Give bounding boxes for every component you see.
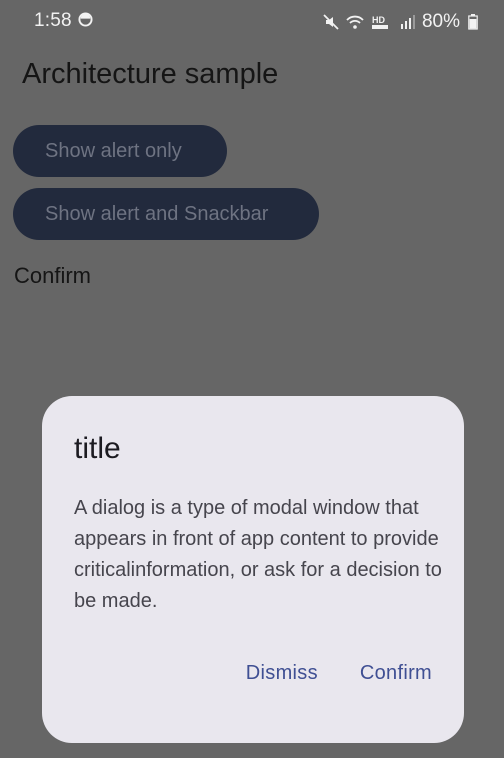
face-icon [78,12,93,27]
confirm-button[interactable]: Confirm [360,662,432,685]
mute-icon [323,14,339,30]
page-title: Architecture sample [22,58,279,90]
dialog-title: title [74,432,121,465]
wifi-icon [346,15,364,29]
status-bar: 1:58 HD 80% [0,0,504,44]
show-alert-and-snackbar-button[interactable]: Show alert and Snackbar [13,188,319,240]
status-time: 1:58 [34,10,72,31]
battery-percent: 80% [421,11,460,32]
dialog-body: A dialog is a type of modal window that … [74,497,442,612]
result-text: Confirm [14,263,92,288]
show-alert-only-button[interactable]: Show alert only [13,125,227,177]
signal-icon [400,15,415,29]
svg-text:HD: HD [372,15,385,25]
status-icons: HD 80% [322,11,478,33]
alert-dialog: title A dialog is a type of modal window… [42,396,464,743]
hd-voice-icon: HD [371,15,388,29]
battery-icon [468,14,478,30]
dialog-actions: Dismiss Confirm [246,662,432,685]
dismiss-button[interactable]: Dismiss [246,662,318,685]
